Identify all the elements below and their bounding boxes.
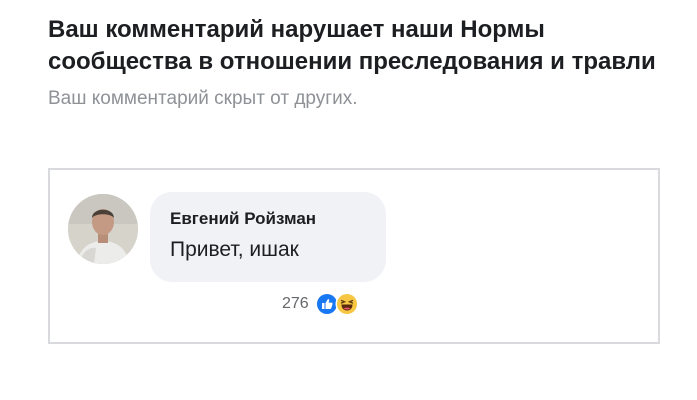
comment-author[interactable]: Евгений Ройзман — [170, 208, 366, 230]
avatar-photo — [68, 194, 138, 264]
notice-subtitle: Ваш комментарий скрыт от других. — [48, 88, 358, 109]
comment-text: Привет, ишак — [170, 238, 299, 261]
reaction-summary[interactable]: 276 — [282, 290, 359, 318]
haha-icon — [335, 292, 359, 316]
violation-notice: Ваш комментарий нарушает наши Нормы сооб… — [48, 14, 678, 111]
avatar[interactable] — [68, 194, 138, 264]
reaction-count: 276 — [282, 295, 309, 312]
hidden-comment-preview: Евгений Ройзман Привет, ишак 276 — [48, 168, 660, 344]
comment-bubble[interactable]: Евгений Ройзман Привет, ишак — [150, 192, 386, 282]
notice-title: Ваш комментарий нарушает наши Нормы сооб… — [48, 16, 656, 75]
